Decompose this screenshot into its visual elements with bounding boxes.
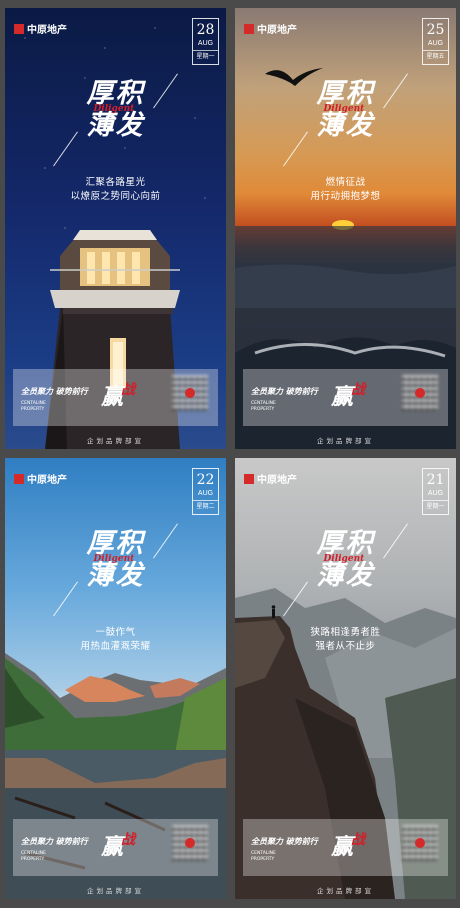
tagline: 一鼓作气 用热血灌溉荣耀 xyxy=(5,626,226,654)
brand-logo: 中原地产 xyxy=(14,471,67,486)
footer-sub-line: PROPERTY xyxy=(21,857,45,862)
footer-slogan: 全员聚力 破势前行 xyxy=(251,837,318,846)
qr-logo-icon xyxy=(185,838,195,848)
brush-character-red: 战 xyxy=(121,382,135,398)
tagline-line-1: 汇聚各路星光 xyxy=(85,177,146,188)
date-day: 22 xyxy=(196,472,215,488)
brush-character-red: 战 xyxy=(351,382,365,398)
date-day: 21 xyxy=(426,472,445,488)
date-weekday: 星期五 xyxy=(423,50,448,63)
footer-slogan: 全员聚力 破势前行 xyxy=(21,837,88,846)
brand-logo-text: 中原地产 xyxy=(27,475,67,486)
tagline: 燃情征战 用行动拥抱梦想 xyxy=(235,176,456,204)
script-word: Diligent xyxy=(323,554,365,564)
date-day: 25 xyxy=(426,22,445,38)
brand-logo: 中原地产 xyxy=(14,21,67,36)
footer-sub-line: PROPERTY xyxy=(21,407,45,412)
tagline: 汇聚各路星光 以燎原之势同心向前 xyxy=(5,176,226,204)
poster-cliff: 中原地产 21 AUG 星期一 厚积 薄发 Diligent 狭路相逢勇者胜 强… xyxy=(235,458,456,899)
brand-logo-icon xyxy=(244,23,254,34)
footer-sub-en: CENTALINE PROPERTY xyxy=(21,401,46,413)
footer-slogan: 全员聚力 破势前行 xyxy=(21,387,88,396)
brush-character: 赢 xyxy=(101,834,124,860)
qr-logo-icon xyxy=(415,388,425,398)
brand-logo-text: 中原地产 xyxy=(257,475,297,486)
date-box: 25 AUG 星期五 xyxy=(422,18,449,65)
department-credit: 企划品牌部宣 xyxy=(317,887,374,895)
date-month: AUG xyxy=(427,490,444,497)
footer-sub-en: CENTALINE PROPERTY xyxy=(21,851,46,863)
brush-character-red: 战 xyxy=(351,832,365,848)
tagline-line-2: 以燎原之势同心向前 xyxy=(70,191,161,202)
brand-logo-icon xyxy=(14,473,24,484)
footer-panel: 全员聚力 破势前行 CENTALINE PROPERTY 赢 战 xyxy=(13,819,218,876)
date-weekday: 星期二 xyxy=(193,500,218,513)
date-box: 22 AUG 星期二 xyxy=(192,468,219,515)
tagline-line-1: 燃情征战 xyxy=(325,177,366,188)
footer-panel: 全员聚力 破势前行 CENTALINE PROPERTY 赢 战 xyxy=(13,369,218,426)
date-weekday: 星期一 xyxy=(423,500,448,513)
date-day: 28 xyxy=(196,22,215,38)
poster-mountain-lake: 中原地产 22 AUG 星期二 厚积 薄发 Diligent 一鼓作气 用热血灌… xyxy=(5,458,226,899)
date-month: AUG xyxy=(427,40,444,47)
brand-logo-text: 中原地产 xyxy=(257,25,297,36)
brand-logo: 中原地产 xyxy=(244,471,297,486)
brand-logo: 中原地产 xyxy=(244,21,297,36)
date-weekday: 星期一 xyxy=(193,50,218,63)
footer-slogan: 全员聚力 破势前行 xyxy=(251,387,318,396)
footer-panel: 全员聚力 破势前行 CENTALINE PROPERTY 赢 战 xyxy=(243,819,448,876)
brush-character: 赢 xyxy=(331,834,354,860)
footer-sub-line: PROPERTY xyxy=(251,407,275,412)
footer-sub-en: CENTALINE PROPERTY xyxy=(251,851,276,863)
qr-logo-icon xyxy=(415,838,425,848)
tagline: 狭路相逢勇者胜 强者从不止步 xyxy=(235,626,456,654)
brush-character: 赢 xyxy=(101,384,124,410)
tagline-line-1: 一鼓作气 xyxy=(95,627,136,638)
footer-panel: 全员聚力 破势前行 CENTALINE PROPERTY 赢 战 xyxy=(243,369,448,426)
tagline-line-2: 强者从不止步 xyxy=(315,641,376,652)
date-month: AUG xyxy=(197,490,214,497)
tagline-line-2: 用行动拥抱梦想 xyxy=(310,191,381,202)
date-box: 21 AUG 星期一 xyxy=(422,468,449,515)
qr-logo-icon xyxy=(185,388,195,398)
brand-logo-text: 中原地产 xyxy=(27,25,67,36)
poster-lighthouse: 中原地产 28 AUG 星期一 厚积 薄发 Diligent 汇聚各路星光 以燎… xyxy=(5,8,226,449)
title-line-2: 薄发 xyxy=(316,110,375,141)
script-word: Diligent xyxy=(93,554,135,564)
brand-logo-icon xyxy=(244,473,254,484)
title-line-2: 薄发 xyxy=(86,560,145,591)
title-line-2: 薄发 xyxy=(316,560,375,591)
script-word: Diligent xyxy=(323,104,365,114)
brand-logo-icon xyxy=(14,23,24,34)
brush-character-red: 战 xyxy=(121,832,135,848)
date-month: AUG xyxy=(197,40,214,47)
script-word: Diligent xyxy=(93,104,135,114)
poster-sunset: 中原地产 25 AUG 星期五 厚积 薄发 Diligent 燃情征战 用行动拥… xyxy=(235,8,456,449)
footer-sub-en: CENTALINE PROPERTY xyxy=(251,401,276,413)
department-credit: 企划品牌部宣 xyxy=(317,437,374,445)
footer-sub-line: PROPERTY xyxy=(251,857,275,862)
date-box: 28 AUG 星期一 xyxy=(192,18,219,65)
title-line-2: 薄发 xyxy=(86,110,145,141)
department-credit: 企划品牌部宣 xyxy=(87,887,144,895)
tagline-line-2: 用热血灌溉荣耀 xyxy=(80,641,151,652)
tagline-line-1: 狭路相逢勇者胜 xyxy=(310,627,381,638)
brush-character: 赢 xyxy=(331,384,354,410)
department-credit: 企划品牌部宣 xyxy=(87,437,144,445)
